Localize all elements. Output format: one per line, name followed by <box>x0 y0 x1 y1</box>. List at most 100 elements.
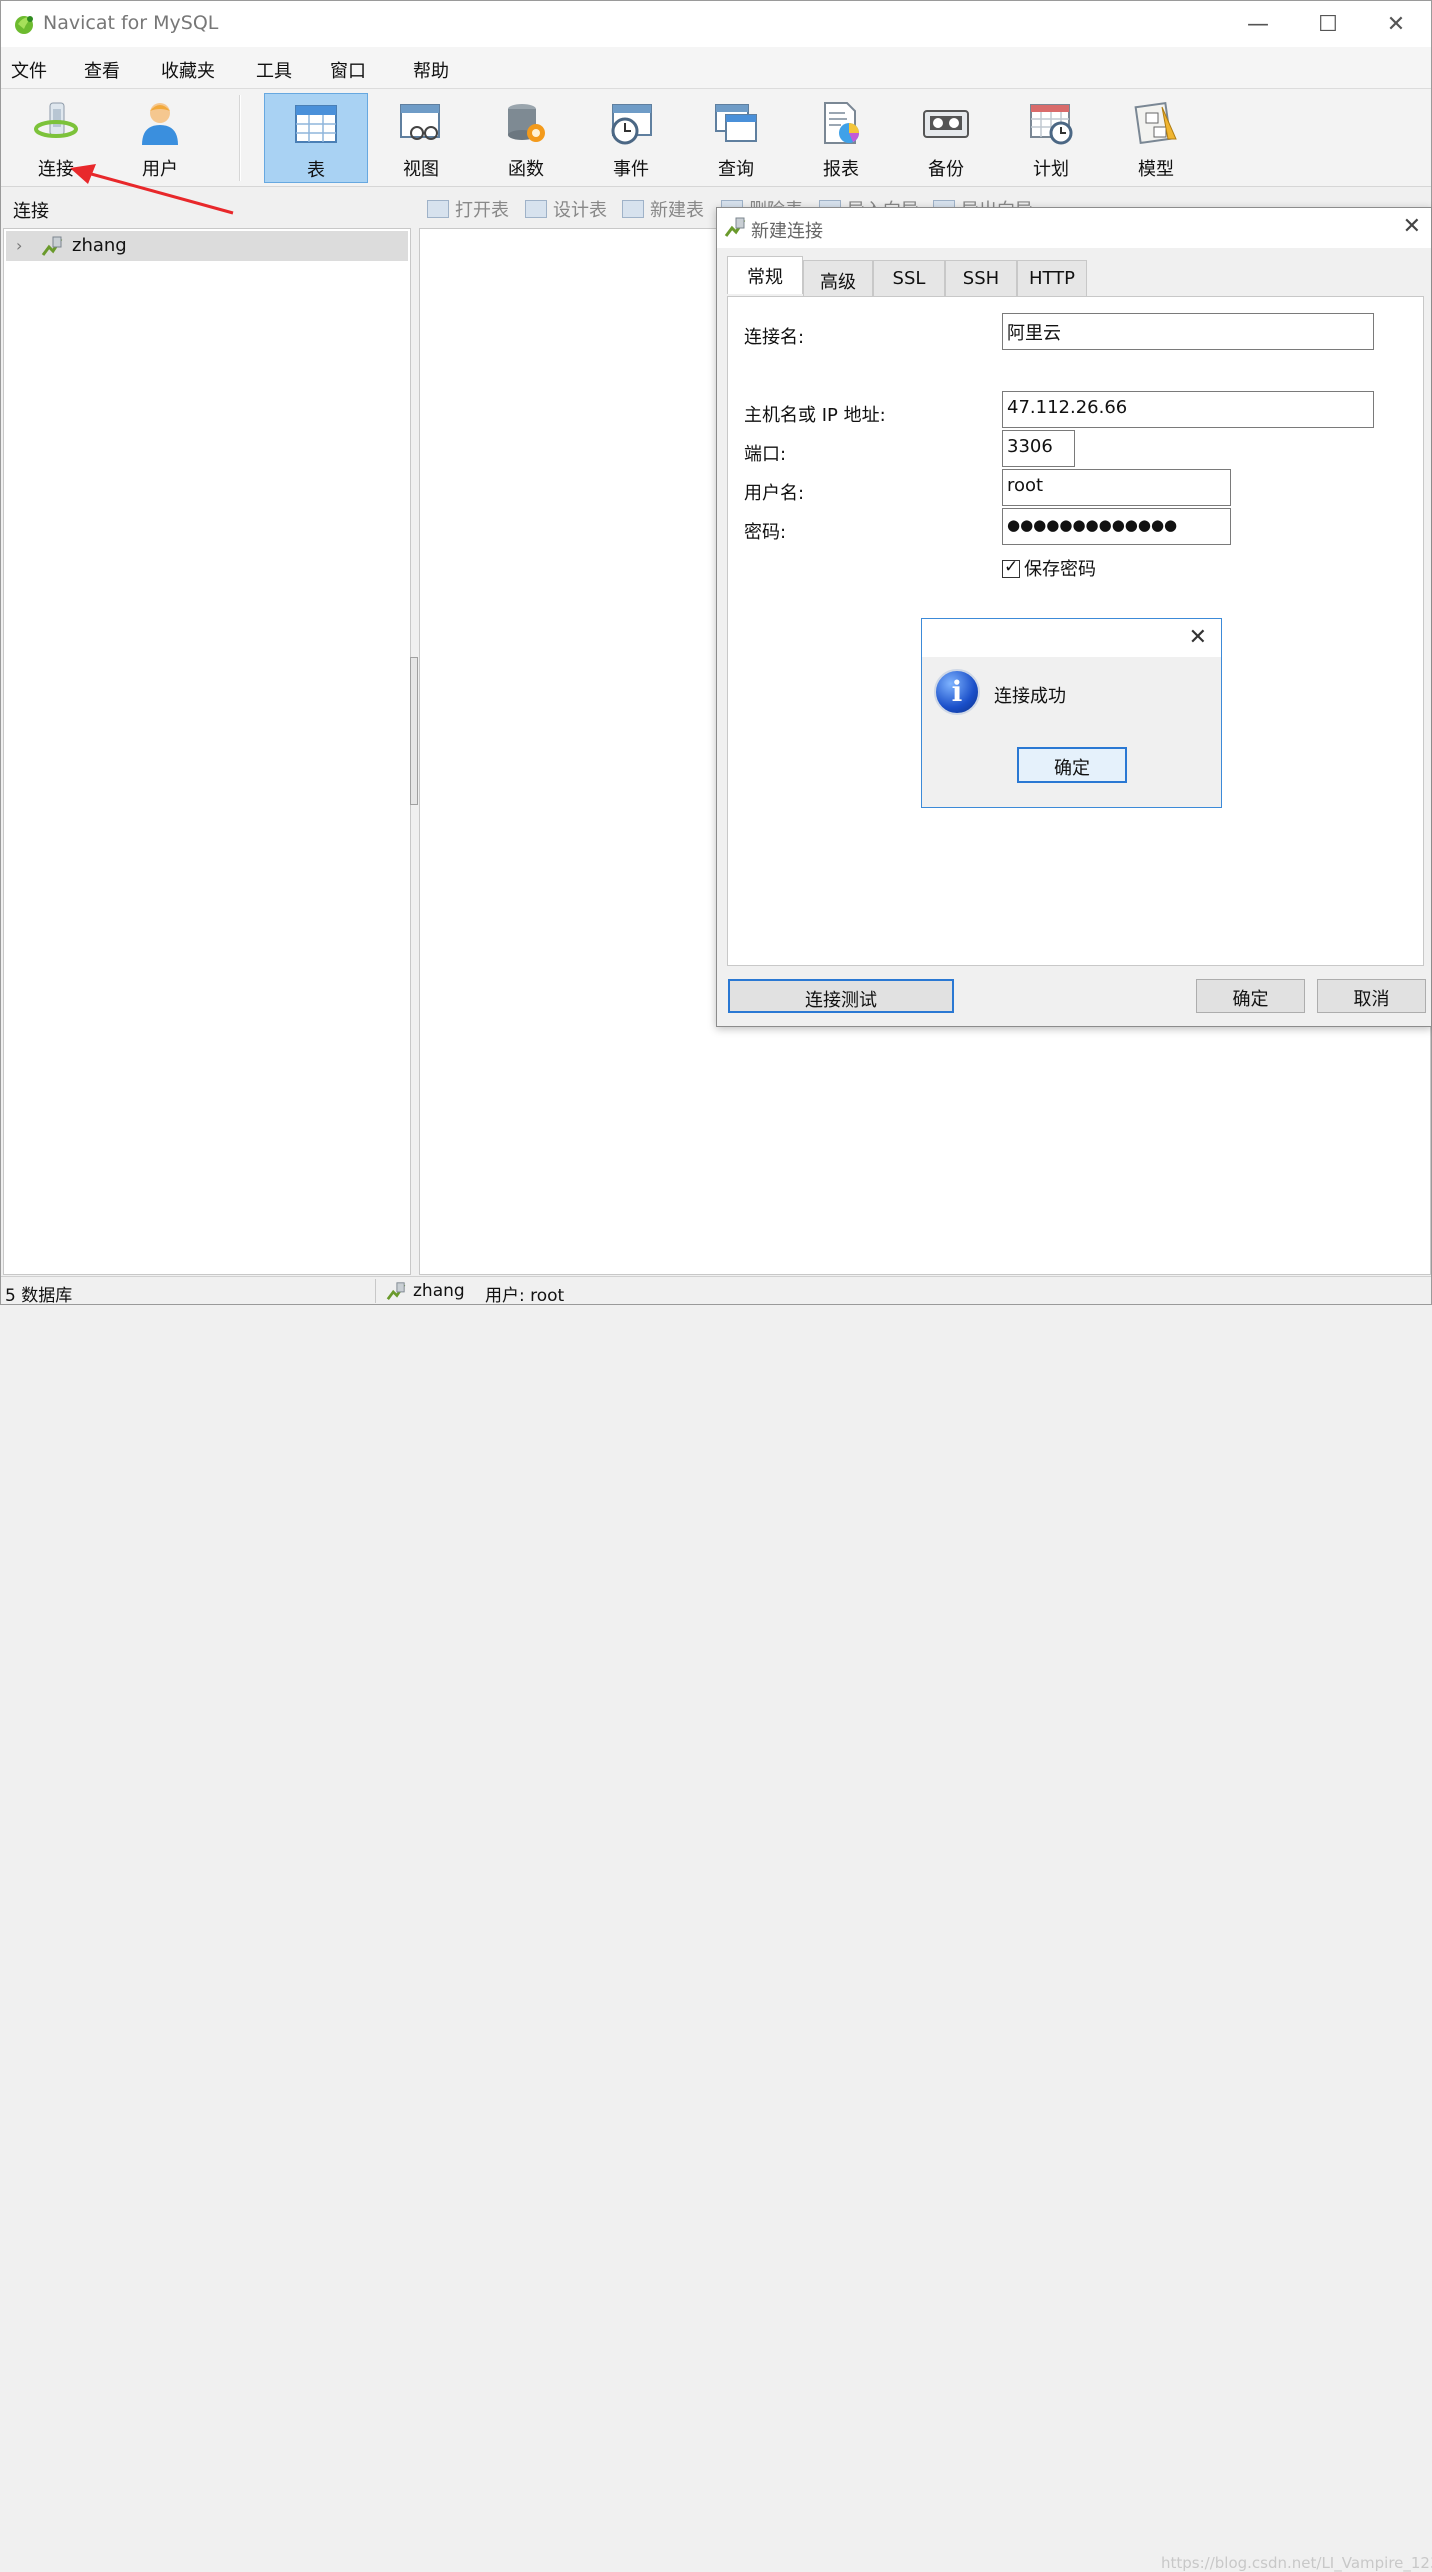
tree-item-zhang[interactable]: › zhang <box>6 231 408 261</box>
mysql-connection-icon <box>724 217 746 237</box>
menu-favorites[interactable]: 收藏夹 <box>161 57 215 83</box>
toolbar-connection-button[interactable]: 连接 <box>4 93 108 183</box>
design-table-icon <box>525 200 547 218</box>
host-label: 主机名或 IP 地址: <box>744 405 886 426</box>
toolbar-separator <box>239 95 241 181</box>
toolbar-label: 事件 <box>613 159 649 180</box>
close-icon[interactable]: ✕ <box>1189 625 1207 650</box>
status-bar: 5 数据库 zhang 用户: root https://blog.csdn.n… <box>1 1276 1432 2572</box>
report-icon <box>824 102 859 144</box>
toolbar-label: 模型 <box>1138 159 1174 180</box>
open-table-label: 打开表 <box>455 200 509 221</box>
toolbar-table-button[interactable]: 表 <box>264 93 368 183</box>
toolbar-report-button[interactable]: 报表 <box>789 93 893 183</box>
connection-icon <box>34 102 78 138</box>
tree-item-label: zhang <box>72 235 127 256</box>
toolbar-query-button[interactable]: 查询 <box>684 93 788 183</box>
menu-window[interactable]: 窗口 <box>330 57 366 83</box>
toolbar-label: 查询 <box>718 159 754 180</box>
user-icon <box>142 103 178 145</box>
new-connection-dialog: 新建连接 ✕ 常规 高级 SSL SSH HTTP 连接名: 阿里云 主机名或 … <box>716 207 1432 1027</box>
model-icon <box>1134 101 1177 145</box>
username-label: 用户名: <box>744 483 805 504</box>
toolbar-label: 用户 <box>142 159 178 180</box>
design-table-label: 设计表 <box>553 200 607 221</box>
tab-ssl[interactable]: SSL <box>873 260 945 296</box>
tab-http[interactable]: HTTP <box>1017 260 1087 296</box>
toolbar-function-button[interactable]: 函数 <box>474 93 578 183</box>
dialog-title-bar[interactable]: 新建连接 ✕ <box>717 208 1431 248</box>
message-box-title-bar[interactable]: ✕ <box>922 619 1221 657</box>
main-toolbar: 连接 用户 表 视图 函数 事件 查询 报表 备份 计划 模型 <box>1 89 1431 187</box>
checkbox-checked-icon[interactable] <box>1002 557 1020 578</box>
toolbar-schedule-button[interactable]: 计划 <box>999 93 1103 183</box>
table-icon <box>295 105 337 143</box>
menu-bar: 文件 查看 收藏夹 工具 窗口 帮助 <box>1 47 1431 89</box>
menu-help[interactable]: 帮助 <box>413 57 449 83</box>
menu-view[interactable]: 查看 <box>84 57 120 83</box>
save-password-checkbox[interactable]: 保存密码 <box>1002 555 1096 581</box>
app-title: Navicat for MySQL <box>43 12 219 34</box>
toolbar-label: 连接 <box>38 159 74 180</box>
connection-tree[interactable]: › zhang <box>3 228 411 1275</box>
host-field[interactable]: 47.112.26.66 <box>1002 391 1374 428</box>
title-bar: Navicat for MySQL — ☐ ✕ <box>1 1 1431 47</box>
toolbar-label: 视图 <box>403 159 439 180</box>
toolbar-label: 计划 <box>1033 159 1069 180</box>
toolbar-model-button[interactable]: 模型 <box>1104 93 1208 183</box>
open-table-icon <box>427 200 449 218</box>
menu-tools[interactable]: 工具 <box>256 57 292 83</box>
open-table-button[interactable]: 打开表 <box>427 196 509 222</box>
message-ok-button[interactable]: 确定 <box>1017 747 1127 783</box>
status-connection-name: zhang <box>413 1281 465 1301</box>
mysql-connection-icon <box>386 1282 406 1300</box>
toolbar-label: 备份 <box>928 159 964 180</box>
navicat-logo-icon <box>15 16 33 34</box>
password-label: 密码: <box>744 522 787 543</box>
connection-success-message-box: ✕ i 连接成功 确定 <box>921 618 1222 808</box>
test-connection-button[interactable]: 连接测试 <box>728 979 954 1013</box>
tab-general[interactable]: 常规 <box>727 256 803 294</box>
minimize-button[interactable]: — <box>1223 1 1293 47</box>
new-table-label: 新建表 <box>650 200 704 221</box>
toolbar-event-button[interactable]: 事件 <box>579 93 683 183</box>
design-table-button[interactable]: 设计表 <box>525 196 607 222</box>
close-icon[interactable]: ✕ <box>1403 214 1421 239</box>
tab-advanced[interactable]: 高级 <box>803 260 873 296</box>
function-icon <box>508 104 545 142</box>
database-count: 5 数据库 <box>5 1286 73 1306</box>
toolbar-view-button[interactable]: 视图 <box>369 93 473 183</box>
query-icon <box>715 104 757 142</box>
watermark: https://blog.csdn.net/LI_Vampire_123 <box>1161 2554 1432 2572</box>
new-table-icon <box>622 200 644 218</box>
port-field[interactable]: 3306 <box>1002 430 1075 467</box>
connection-panel-header: 连接 <box>1 188 411 228</box>
status-divider <box>375 1279 376 1303</box>
backup-icon <box>923 110 969 138</box>
toolbar-label: 函数 <box>508 159 544 180</box>
panel-splitter-handle[interactable] <box>410 657 418 805</box>
connection-name-field[interactable]: 阿里云 <box>1002 313 1374 350</box>
dialog-title: 新建连接 <box>751 221 823 242</box>
toolbar-backup-button[interactable]: 备份 <box>894 93 998 183</box>
event-icon <box>611 104 652 145</box>
menu-file[interactable]: 文件 <box>11 57 47 83</box>
password-field[interactable]: ●●●●●●●●●●●●● <box>1002 508 1231 545</box>
tab-ssh[interactable]: SSH <box>945 260 1017 296</box>
username-field[interactable]: root <box>1002 469 1231 506</box>
expand-arrow-icon[interactable]: › <box>16 236 22 255</box>
mysql-connection-icon <box>41 236 63 256</box>
message-text: 连接成功 <box>994 686 1066 707</box>
close-button[interactable]: ✕ <box>1361 1 1431 47</box>
port-label: 端口: <box>744 444 787 465</box>
toolbar-user-button[interactable]: 用户 <box>108 93 212 183</box>
schedule-icon <box>1030 104 1073 145</box>
view-icon <box>400 104 440 140</box>
ok-button[interactable]: 确定 <box>1196 979 1305 1013</box>
cancel-button[interactable]: 取消 <box>1317 979 1426 1013</box>
connection-panel-title: 连接 <box>13 201 49 222</box>
toolbar-label: 表 <box>307 160 325 181</box>
maximize-button[interactable]: ☐ <box>1293 1 1363 47</box>
info-icon: i <box>934 669 980 715</box>
new-table-button[interactable]: 新建表 <box>622 196 704 222</box>
